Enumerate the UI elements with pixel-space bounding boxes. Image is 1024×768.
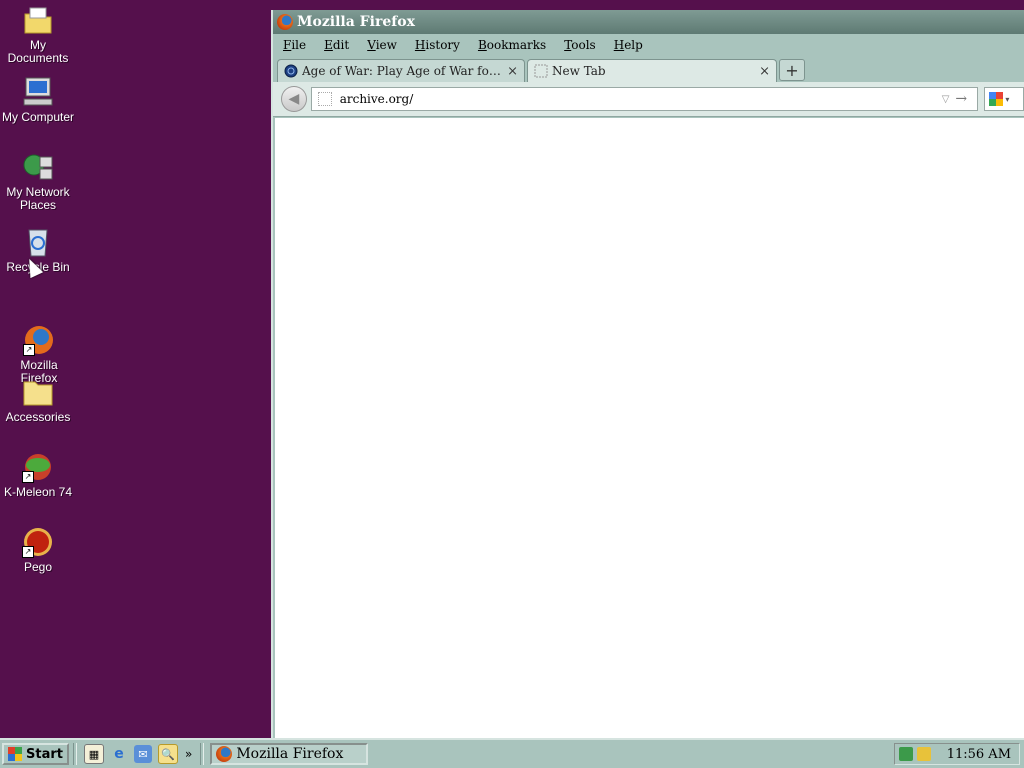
desktop-icon-label: My Documents (7, 38, 69, 65)
menu-view[interactable]: View (357, 38, 405, 52)
menu-history[interactable]: History (405, 38, 468, 52)
internet-explorer-icon[interactable]: e (110, 745, 128, 763)
url-input[interactable] (339, 92, 940, 106)
url-bar[interactable]: ▽ → (310, 87, 979, 111)
pego-icon: ↗ (22, 526, 54, 558)
taskbar-firefox-label: Mozilla Firefox (236, 746, 344, 762)
menu-help[interactable]: Help (604, 38, 651, 52)
menu-bookmarks[interactable]: Bookmarks (468, 38, 554, 52)
firefox-icon (277, 14, 293, 30)
start-label: Start (26, 746, 63, 762)
page-identity-icon[interactable] (317, 92, 332, 106)
tab-close-icon[interactable]: × (507, 64, 518, 79)
menu-file[interactable]: File (273, 38, 314, 52)
window-title: Mozilla Firefox (297, 14, 415, 30)
go-arrow-icon[interactable]: → (955, 91, 967, 107)
navigation-toolbar: ◀ ▽ → ▾ (273, 82, 1024, 117)
tab-new-tab[interactable]: New Tab × (527, 59, 777, 82)
clock[interactable]: 11:56 AM (947, 747, 1011, 762)
network-icon (22, 151, 54, 183)
tab-age-of-war[interactable]: Age of War: Play Age of War for free × (277, 59, 525, 82)
desktop-icon-pego[interactable]: ↗ Pego (0, 526, 76, 574)
new-tab-button[interactable]: + (779, 59, 805, 81)
menu-bar: File Edit View History Bookmarks Tools H… (273, 34, 1024, 56)
search-dropdown-icon[interactable]: ▾ (1005, 95, 1009, 104)
outlook-express-icon[interactable]: ✉ (133, 745, 152, 763)
windows-logo-icon (8, 747, 22, 761)
desktop-icon-my-network-places[interactable]: My Network Places (0, 151, 76, 212)
start-button[interactable]: Start (2, 743, 69, 765)
shortcut-arrow-icon: ↗ (22, 471, 34, 483)
recycle-bin-icon (22, 226, 54, 258)
back-button[interactable]: ◀ (281, 86, 307, 112)
desktop-icon-my-computer[interactable]: My Computer (0, 76, 76, 124)
shortcut-arrow-icon: ↗ (23, 344, 35, 356)
firefox-icon (216, 746, 233, 762)
blank-page-icon (534, 64, 548, 78)
tab-title: Age of War: Play Age of War for free (302, 64, 504, 78)
firefox-window: Mozilla Firefox File Edit View History B… (271, 10, 1024, 738)
shortcut-arrow-icon: ↗ (22, 546, 34, 558)
desktop-icon-my-documents[interactable]: My Documents (0, 4, 76, 65)
folder-icon (22, 4, 54, 36)
windows-explorer-icon[interactable]: 🔍 (157, 744, 178, 764)
desktop-icon-label: Accessories (5, 410, 71, 424)
taskbar-firefox-button[interactable]: Mozilla Firefox (210, 743, 369, 765)
firefox-icon: ↗ (23, 324, 55, 356)
quick-launch-chevron[interactable]: » (185, 747, 192, 761)
search-engine-box[interactable]: ▾ (984, 87, 1024, 111)
desktop-icon-label: My Network Places (6, 185, 70, 212)
desktop-icon-k-meleon[interactable]: ↗ K-Meleon 74 (0, 451, 76, 499)
taskbar-separator (72, 743, 77, 765)
desktop-icon-label: K-Meleon 74 (3, 485, 73, 499)
page-content[interactable] (275, 118, 1024, 738)
url-dropdown-icon[interactable]: ▽ (942, 94, 950, 105)
tab-title: New Tab (552, 64, 606, 78)
desktop-icon-label: My Computer (1, 110, 75, 124)
k-meleon-icon: ↗ (22, 451, 54, 483)
menu-edit[interactable]: Edit (314, 38, 357, 52)
desktop-icon-label: Pego (23, 560, 53, 574)
network-tray-icon[interactable] (899, 747, 913, 761)
computer-icon (22, 76, 54, 108)
menu-tools[interactable]: Tools (554, 38, 604, 52)
desktop-icon-accessories[interactable]: Accessories (0, 376, 76, 424)
tab-close-icon[interactable]: × (759, 64, 770, 79)
globe-icon (284, 64, 298, 78)
window-titlebar[interactable]: Mozilla Firefox (273, 10, 1024, 34)
taskbar-separator (200, 743, 205, 765)
folder-icon (22, 376, 54, 408)
show-desktop-icon[interactable]: ▦ (83, 744, 104, 764)
tab-strip: Age of War: Play Age of War for free × N… (273, 56, 1024, 82)
security-tray-icon[interactable] (917, 747, 931, 761)
taskbar: Start ▦ e ✉ 🔍 » Mozilla Firefox 11:56 AM (0, 738, 1024, 768)
back-arrow-icon: ◀ (288, 91, 300, 107)
system-tray: 11:56 AM (894, 743, 1020, 765)
google-icon[interactable] (989, 92, 1004, 106)
